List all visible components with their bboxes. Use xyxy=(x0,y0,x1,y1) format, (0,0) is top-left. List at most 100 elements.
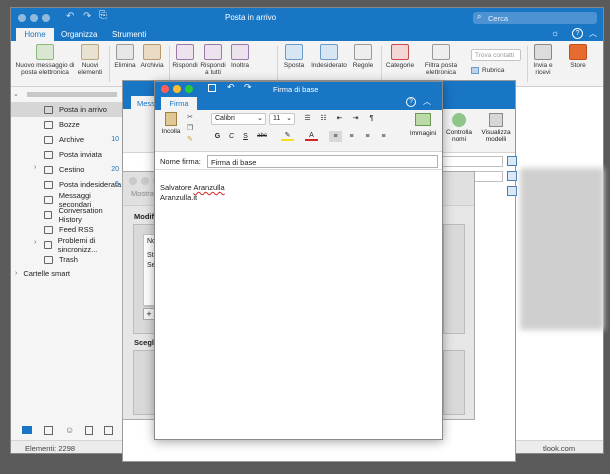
align-center-button[interactable]: ≡ xyxy=(345,131,358,142)
address-book-icon[interactable] xyxy=(507,171,517,181)
notes-icon[interactable] xyxy=(104,426,113,435)
close-button[interactable] xyxy=(129,177,137,185)
filter-button[interactable]: Filtra posta elettronica xyxy=(417,44,465,76)
paste-label: Incolla xyxy=(161,128,181,135)
store-button[interactable]: Store xyxy=(563,44,593,69)
collapse-ribbon-icon[interactable]: ︿ xyxy=(589,28,597,39)
redo-icon[interactable]: ↷ xyxy=(83,11,91,22)
junk-button[interactable]: Indesiderato xyxy=(309,44,349,69)
move-button[interactable]: Sposta xyxy=(279,44,309,69)
tasks-icon[interactable] xyxy=(85,426,93,435)
help-icon[interactable]: ? xyxy=(572,28,583,39)
size-select[interactable]: 11 ⌄ xyxy=(269,113,295,125)
bulleted-list-icon[interactable]: ☰ xyxy=(301,113,314,124)
signature-body[interactable]: Salvatore Aranzulla Aranzulla.it xyxy=(155,171,442,439)
collapse-ribbon-icon[interactable]: ︿ xyxy=(423,96,431,107)
undo-icon[interactable]: ↶ xyxy=(227,82,235,93)
search-box[interactable]: ⌕ Cerca xyxy=(473,12,597,24)
font-select[interactable]: Calibri ⌄ xyxy=(211,113,266,125)
format-painter-icon[interactable]: ✎ xyxy=(187,135,193,143)
minimize-button[interactable] xyxy=(141,177,149,185)
folder-item[interactable]: Bozze xyxy=(11,117,123,132)
tab-tools[interactable]: Strumenti xyxy=(112,30,146,39)
address-book-button[interactable]: Rubrica xyxy=(471,67,504,74)
find-contact-input[interactable]: Trova contatti xyxy=(471,49,521,61)
zoom-button[interactable] xyxy=(185,85,193,93)
help-icon[interactable]: ? xyxy=(406,97,416,107)
minimize-button[interactable] xyxy=(173,85,181,93)
smart-folders[interactable]: › Cartelle smart xyxy=(11,266,123,281)
copy-icon[interactable]: ❐ xyxy=(187,124,193,132)
font-color-icon[interactable]: A xyxy=(305,130,318,141)
folder-icon xyxy=(44,105,53,114)
signature-name-input[interactable]: Firma di base xyxy=(207,155,438,168)
tab-home[interactable]: Home xyxy=(16,28,54,41)
paste-button[interactable]: Incolla xyxy=(159,112,183,135)
send-receive-button[interactable]: Invia e ricevi xyxy=(529,44,557,76)
categories-button[interactable]: Categorie xyxy=(383,44,417,69)
underline-button[interactable]: S xyxy=(239,131,252,142)
account-header[interactable]: ⌄ xyxy=(13,89,121,99)
folder-item[interactable]: Posta in arrivo xyxy=(11,102,123,117)
highlight-icon[interactable]: ✎ xyxy=(281,130,294,141)
to-field[interactable] xyxy=(441,156,503,167)
reply-button[interactable]: Rispondi xyxy=(171,44,199,69)
signature-name-label: Nome firma: xyxy=(160,157,201,166)
strikethrough-button[interactable]: abc xyxy=(253,131,271,142)
folder-item[interactable]: Trash xyxy=(11,252,123,267)
editor-tab-row: Firma ? ︿ xyxy=(155,96,442,110)
italic-button[interactable]: C xyxy=(225,131,238,142)
close-button[interactable] xyxy=(18,14,26,22)
zoom-button[interactable] xyxy=(42,14,50,22)
forward-icon xyxy=(231,44,249,60)
lightbulb-icon[interactable]: ☼ xyxy=(551,28,559,38)
cut-icon[interactable]: ✂ xyxy=(187,113,193,121)
close-button[interactable] xyxy=(161,85,169,93)
reply-all-button[interactable]: Rispondi a tutti xyxy=(199,44,227,76)
tab-signature[interactable]: Firma xyxy=(161,97,197,110)
rules-button[interactable]: Regole xyxy=(349,44,377,69)
address-book-icon[interactable] xyxy=(507,156,517,166)
address-book-icon[interactable] xyxy=(507,186,517,196)
calendar-icon[interactable] xyxy=(44,426,53,435)
folder-item[interactable]: › Cestino 20 xyxy=(11,162,123,177)
people-icon[interactable]: ☺ xyxy=(65,425,74,435)
signature-last-name: Aranzulla xyxy=(193,183,225,192)
undo-icon[interactable]: ↶ xyxy=(66,11,74,22)
increase-indent-icon[interactable]: ⇥ xyxy=(349,113,362,124)
mail-icon[interactable] xyxy=(22,426,32,434)
tab-signature-label: Firma xyxy=(169,99,189,108)
editor-ribbon: Incolla ✂ ❐ ✎ Calibri ⌄ 11 ⌄ ☰ ☷ ⇤ ⇥ ¶ G C… xyxy=(155,110,442,152)
forward-button[interactable]: Inoltra xyxy=(227,44,253,69)
folder-label: Trash xyxy=(59,255,78,264)
archive-button[interactable]: Archivia xyxy=(137,44,167,69)
align-right-button[interactable]: ≡ xyxy=(361,131,374,142)
bold-button[interactable]: G xyxy=(211,131,224,142)
check-names-button[interactable]: Controlla nomi xyxy=(444,113,474,143)
images-button[interactable]: Immagini xyxy=(408,113,438,137)
paragraph-icon[interactable]: ¶ xyxy=(365,113,378,124)
new-email-button[interactable]: Nuovo messaggio di posta elettronica xyxy=(15,44,75,76)
chevron-right-icon: › xyxy=(34,164,37,171)
address-book-icon xyxy=(471,67,479,74)
new-items-button[interactable]: Nuovi elementi xyxy=(75,44,105,76)
sync-icon[interactable]: ⎘ xyxy=(99,10,107,21)
view-templates-button[interactable]: Visualizza modelli xyxy=(478,113,514,143)
ribbon-divider xyxy=(169,46,170,82)
folder-item[interactable]: Conversation History xyxy=(11,206,123,224)
folder-item[interactable]: Archive 10 xyxy=(11,132,123,147)
tab-home-label: Home xyxy=(24,30,46,39)
delete-button[interactable]: Elimina xyxy=(111,44,139,69)
templates-icon xyxy=(489,113,503,127)
folder-item[interactable]: Posta inviata xyxy=(11,147,123,162)
tab-organize[interactable]: Organizza xyxy=(61,30,97,39)
align-left-button[interactable]: ≡ xyxy=(329,131,342,142)
show-all-button[interactable]: Mostra xyxy=(131,189,154,198)
folder-item[interactable]: › Problemi di sincronizz... xyxy=(11,236,123,254)
redo-icon[interactable]: ↷ xyxy=(244,82,252,93)
save-icon[interactable] xyxy=(208,84,216,92)
justify-button[interactable]: ≡ xyxy=(377,131,390,142)
decrease-indent-icon[interactable]: ⇤ xyxy=(333,113,346,124)
minimize-button[interactable] xyxy=(30,14,38,22)
numbered-list-icon[interactable]: ☷ xyxy=(317,113,330,124)
